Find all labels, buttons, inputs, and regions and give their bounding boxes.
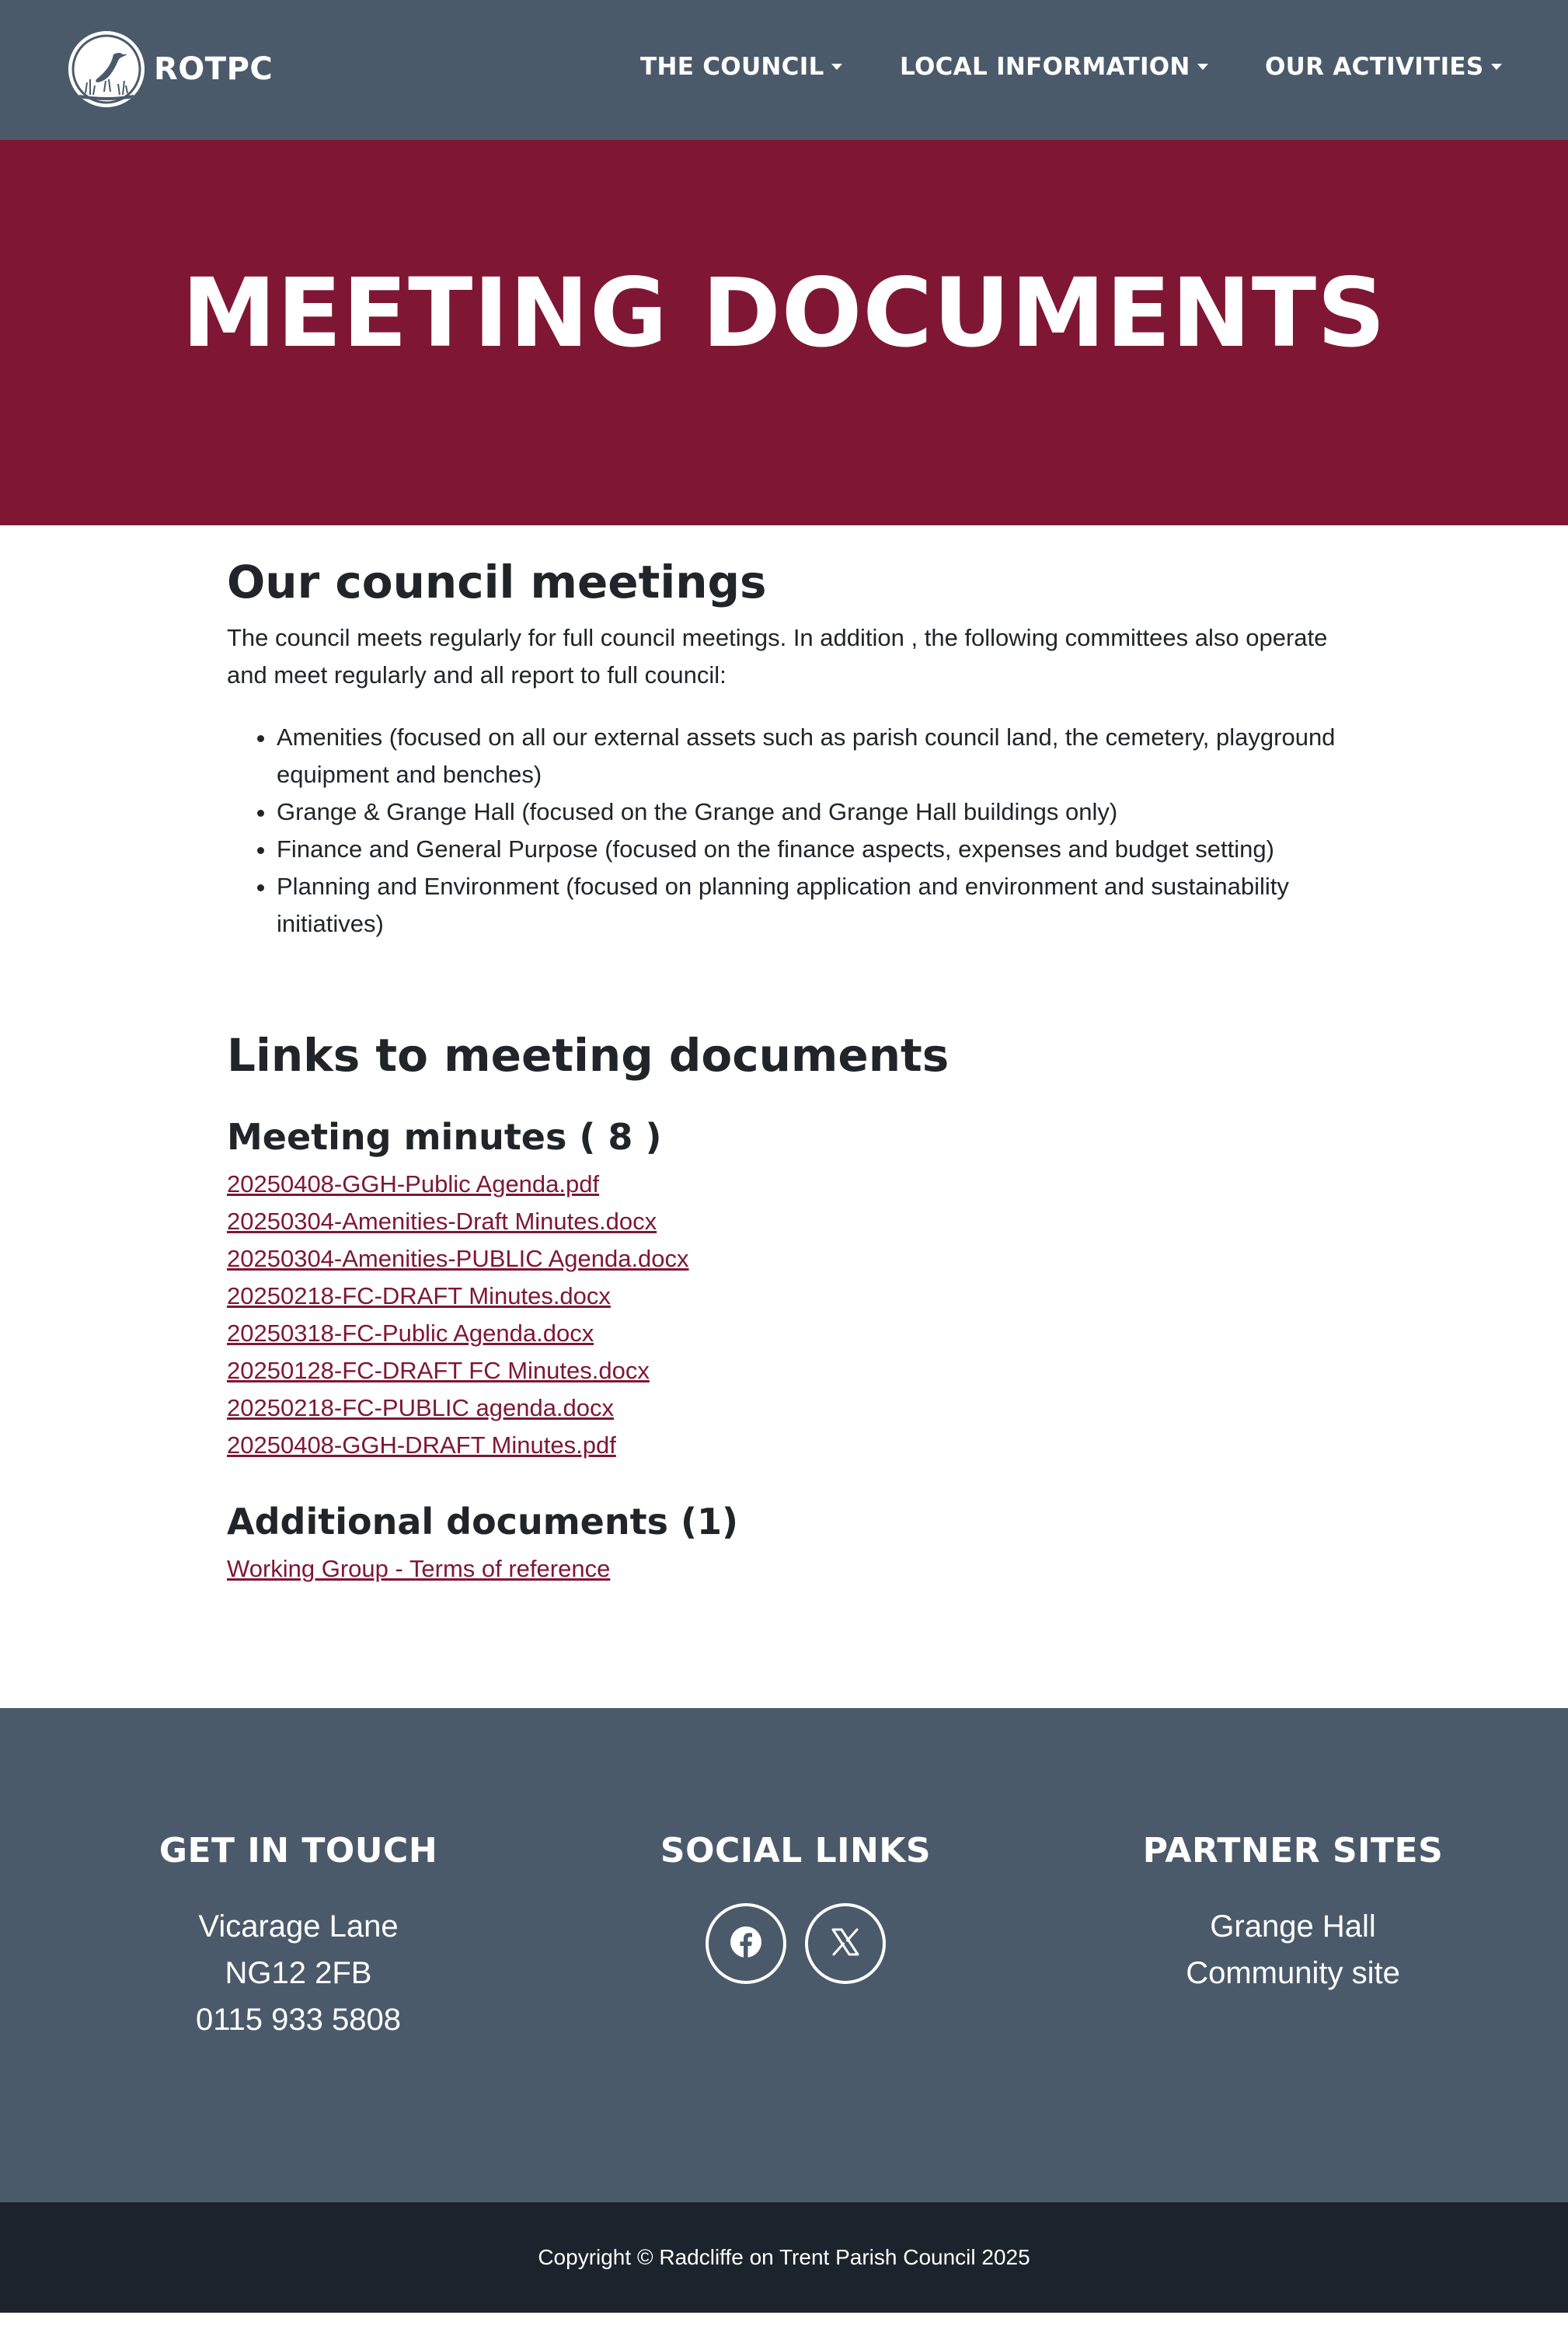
meeting-documents-heading: Links to meeting documents [227, 1028, 950, 1082]
document-link[interactable]: 20250408-GGH-DRAFT Minutes.pdf [227, 1427, 616, 1464]
footer-social: SOCIAL LINKS [578, 1831, 1013, 1984]
footer-partners: PARTNER SITES Grange Hall Community site [1075, 1831, 1511, 1996]
document-link[interactable]: Working Group - Terms of reference [227, 1550, 610, 1588]
heron-icon [68, 31, 145, 107]
nav-local-information-label: LOCAL INFORMATION [900, 53, 1190, 81]
caret-down-icon [1490, 64, 1502, 70]
nav-the-council[interactable]: THE COUNCIL [640, 53, 842, 81]
additional-documents-heading: Additional documents (1) [227, 1501, 739, 1543]
list-item: 20250318-FC-Public Agenda.docx [227, 1315, 1354, 1352]
partner-link-community-site[interactable]: Community site [1186, 1956, 1400, 1990]
footer-social-heading: SOCIAL LINKS [660, 1831, 932, 1871]
list-item: 20250128-FC-DRAFT FC Minutes.docx [227, 1352, 1354, 1389]
footer-partners-heading: PARTNER SITES [1142, 1831, 1444, 1871]
council-meetings-intro: The council meets regularly for full cou… [227, 623, 1328, 689]
document-link[interactable]: 20250408-GGH-Public Agenda.pdf [227, 1166, 599, 1203]
document-link[interactable]: 20250304-Amenities-PUBLIC Agenda.docx [227, 1240, 689, 1278]
navbar: ROTPC THE COUNCIL LOCAL INFORMATION OUR … [0, 0, 1568, 140]
nav-our-activities[interactable]: OUR ACTIVITIES [1265, 53, 1502, 81]
address-street: Vicarage Lane [198, 1909, 399, 1944]
main-content: Our council meetings The council meets r… [227, 556, 1354, 1588]
caret-down-icon [831, 64, 842, 70]
committee-item: Grange & Grange Hall (focused on the Gra… [277, 793, 1354, 831]
footer-contact-heading: GET IN TOUCH [159, 1831, 438, 1871]
social-links [578, 1903, 1013, 1984]
hero-banner: MEETING DOCUMENTS [0, 140, 1568, 525]
brand-link[interactable]: ROTPC [68, 31, 273, 107]
address-postcode: NG12 2FB [225, 1956, 372, 1990]
phone-number: 0115 933 5808 [196, 2003, 401, 2037]
document-link[interactable]: 20250218-FC-PUBLIC agenda.docx [227, 1389, 614, 1427]
committee-item: Amenities (focused on all our external a… [277, 719, 1354, 793]
list-item: 20250304-Amenities-PUBLIC Agenda.docx [227, 1240, 1354, 1278]
document-link[interactable]: 20250128-FC-DRAFT FC Minutes.docx [227, 1352, 650, 1389]
committee-item: Finance and General Purpose (focused on … [277, 831, 1354, 868]
document-link[interactable]: 20250304-Amenities-Draft Minutes.docx [227, 1203, 657, 1240]
council-meetings-heading: Our council meetings [227, 556, 767, 608]
x-icon [830, 1926, 861, 1961]
partner-link-grange-hall[interactable]: Grange Hall [1210, 1909, 1375, 1944]
list-item: 20250218-FC-DRAFT Minutes.docx [227, 1278, 1354, 1315]
partner-item: Community site [1075, 1950, 1511, 1996]
x-twitter-button[interactable] [805, 1903, 886, 1984]
facebook-icon [729, 1925, 763, 1963]
caret-down-icon [1197, 64, 1208, 70]
additional-documents-list: Working Group - Terms of reference [227, 1550, 1354, 1588]
copyright-text: Copyright © Radcliffe on Trent Parish Co… [538, 2245, 1030, 2269]
list-item: Working Group - Terms of reference [227, 1550, 1354, 1588]
list-item: 20250218-FC-PUBLIC agenda.docx [227, 1389, 1354, 1427]
meeting-minutes-heading: Meeting minutes ( 8 ) [227, 1116, 662, 1159]
brand-name: ROTPC [154, 51, 274, 87]
nav-local-information[interactable]: LOCAL INFORMATION [900, 53, 1208, 81]
document-link[interactable]: 20250218-FC-DRAFT Minutes.docx [227, 1278, 611, 1315]
list-item: 20250408-GGH-Public Agenda.pdf [227, 1166, 1354, 1203]
facebook-button[interactable] [706, 1903, 786, 1984]
partner-item: Grange Hall [1075, 1903, 1511, 1950]
list-item: 20250408-GGH-DRAFT Minutes.pdf [227, 1427, 1354, 1464]
nav-the-council-label: THE COUNCIL [640, 53, 824, 81]
page-title: MEETING DOCUMENTS [182, 258, 1386, 368]
footer: GET IN TOUCH Vicarage Lane NG12 2FB 0115… [0, 1708, 1568, 2202]
copyright-bar: Copyright © Radcliffe on Trent Parish Co… [0, 2202, 1568, 2313]
list-item: 20250304-Amenities-Draft Minutes.docx [227, 1203, 1354, 1240]
meeting-minutes-list: 20250408-GGH-Public Agenda.pdf 20250304-… [227, 1166, 1354, 1464]
committee-list: Amenities (focused on all our external a… [277, 719, 1354, 943]
document-link[interactable]: 20250318-FC-Public Agenda.docx [227, 1315, 594, 1352]
footer-contact: GET IN TOUCH Vicarage Lane NG12 2FB 0115… [81, 1831, 516, 2043]
nav-our-activities-label: OUR ACTIVITIES [1265, 53, 1484, 81]
committee-item: Planning and Environment (focused on pla… [277, 868, 1354, 943]
